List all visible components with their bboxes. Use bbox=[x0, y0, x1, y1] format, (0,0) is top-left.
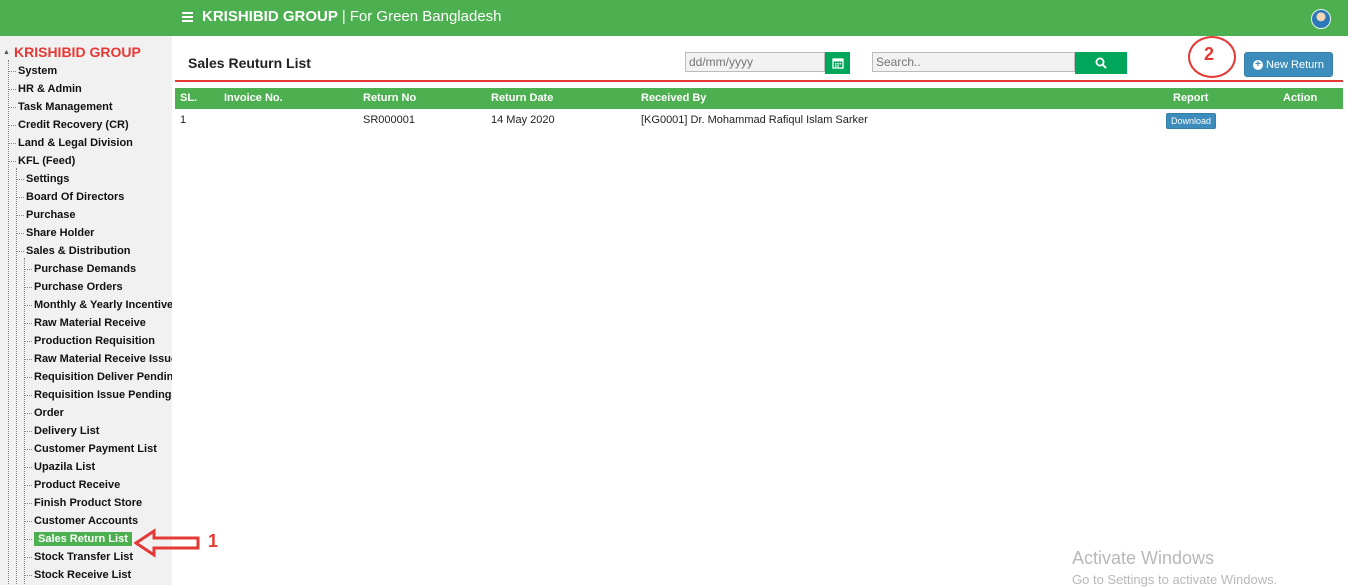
activate-windows-watermark: Activate Windows bbox=[1072, 548, 1215, 568]
hamburger-menu-icon[interactable] bbox=[182, 10, 193, 24]
sidebar-item-purchase-demands[interactable]: Purchase Demands bbox=[24, 261, 136, 277]
sidebar-item-customer-accounts[interactable]: Customer Accounts bbox=[24, 513, 138, 529]
calendar-button[interactable] bbox=[825, 52, 850, 74]
sidebar-item-share-holder[interactable]: Share Holder bbox=[16, 225, 94, 241]
sidebar-item-label: Stock Transfer List bbox=[34, 551, 134, 563]
sidebar-item-raw-material-receive-issue[interactable]: Raw Material Receive Issue bbox=[24, 351, 172, 367]
search-icon bbox=[1095, 57, 1107, 69]
sidebar-item-label: Customer Accounts bbox=[34, 515, 139, 527]
sidebar-item-label: Monthly & Yearly Incentive bbox=[34, 299, 172, 311]
sidebar-item-board-of-directors[interactable]: Board Of Directors bbox=[16, 189, 124, 205]
sidebar-item-label: Credit Recovery (CR) bbox=[18, 119, 129, 131]
sidebar-item-label: Land & Legal Division bbox=[18, 137, 133, 149]
sidebar-item-customer-payment-list[interactable]: Customer Payment List bbox=[24, 441, 157, 457]
top-navbar: KRISHIBID GROUP | For Green Bangladesh bbox=[0, 0, 1348, 36]
sidebar-item-label: Production Requisition bbox=[34, 335, 155, 347]
sidebar-item-label: Raw Material Receive Issue bbox=[34, 353, 172, 365]
table-header: SL. Invoice No. Return No Return Date Re… bbox=[175, 88, 1343, 109]
sidebar-item-product-receive[interactable]: Product Receive bbox=[24, 477, 120, 493]
sidebar: ▲ KRISHIBID GROUP System HR & Admin Task… bbox=[0, 36, 172, 585]
sidebar-item-finish-product-store[interactable]: Finish Product Store bbox=[24, 495, 142, 511]
sidebar-item-label: Requisition Issue Pending bbox=[34, 389, 172, 401]
sidebar-item-task-management[interactable]: Task Management bbox=[8, 99, 113, 115]
sidebar-item-label: Share Holder bbox=[26, 227, 95, 239]
sidebar-item-purchase[interactable]: Purchase bbox=[16, 207, 76, 223]
sidebar-item-upazila-list[interactable]: Upazila List bbox=[24, 459, 95, 475]
sidebar-item-system[interactable]: System bbox=[8, 63, 57, 79]
sidebar-item-raw-material-receive[interactable]: Raw Material Receive bbox=[24, 315, 146, 331]
sidebar-item-settings[interactable]: Settings bbox=[16, 171, 69, 187]
search-button[interactable] bbox=[1075, 52, 1127, 74]
new-return-button[interactable]: + New Return bbox=[1244, 52, 1333, 77]
sidebar-root-title[interactable]: KRISHIBID GROUP bbox=[14, 44, 141, 60]
page-title: Sales Reuturn List bbox=[188, 55, 311, 71]
sidebar-item-stock-receive-list[interactable]: Stock Receive List bbox=[24, 567, 131, 583]
calendar-icon bbox=[831, 58, 844, 69]
sidebar-item-label: Purchase Demands bbox=[34, 263, 137, 275]
column-header-report: Report bbox=[1173, 92, 1209, 104]
column-header-sl: SL. bbox=[180, 92, 198, 104]
plus-circle-icon: + bbox=[1252, 59, 1263, 70]
brand-tagline: For Green Bangladesh bbox=[349, 8, 502, 25]
date-input[interactable] bbox=[685, 52, 825, 72]
sidebar-item-label: Task Management bbox=[18, 101, 113, 113]
cell-return-date: 14 May 2020 bbox=[491, 114, 555, 126]
brand-name: KRISHIBID GROUP bbox=[202, 8, 338, 25]
sidebar-item-label: HR & Admin bbox=[18, 83, 82, 95]
sidebar-item-label: Customer Payment List bbox=[34, 443, 157, 455]
cell-return-no: SR000001 bbox=[363, 114, 415, 126]
sidebar-item-sales-distribution[interactable]: Sales & Distribution bbox=[16, 243, 131, 259]
column-header-received-by: Received By bbox=[641, 92, 707, 104]
sidebar-item-label: Delivery List bbox=[34, 425, 100, 437]
sidebar-item-sales-return-list[interactable]: Sales Return List bbox=[24, 531, 132, 547]
sidebar-item-stock-transfer-list[interactable]: Stock Transfer List bbox=[24, 549, 133, 565]
sidebar-item-kfl-feed[interactable]: KFL (Feed) bbox=[8, 153, 75, 169]
sidebar-item-label: Purchase Orders bbox=[34, 281, 123, 293]
sidebar-item-purchase-orders[interactable]: Purchase Orders bbox=[24, 279, 123, 295]
sidebar-item-label: Product Receive bbox=[34, 479, 121, 491]
cell-received-by: [KG0001] Dr. Mohammad Rafiqul Islam Sark… bbox=[641, 114, 868, 126]
sidebar-item-label: KFL (Feed) bbox=[18, 155, 76, 167]
sidebar-item-delivery-list[interactable]: Delivery List bbox=[24, 423, 99, 439]
sidebar-item-order[interactable]: Order bbox=[24, 405, 64, 421]
app-brand: KRISHIBID GROUP | For Green Bangladesh bbox=[202, 8, 502, 25]
sidebar-item-label: Settings bbox=[26, 173, 70, 185]
download-button[interactable]: Download bbox=[1166, 113, 1216, 129]
sidebar-item-label: Finish Product Store bbox=[34, 497, 143, 509]
annotation-number-1: 1 bbox=[208, 531, 219, 551]
sidebar-item-incentive[interactable]: Monthly & Yearly Incentive bbox=[24, 297, 172, 313]
column-header-return-date: Return Date bbox=[491, 92, 554, 104]
sidebar-item-label: Stock Receive List bbox=[34, 569, 132, 581]
sidebar-item-label: Requisition Deliver Pending bbox=[34, 371, 172, 383]
column-header-action: Action bbox=[1283, 92, 1318, 104]
sidebar-item-label: Purchase bbox=[26, 209, 76, 221]
header-divider bbox=[175, 80, 1343, 82]
annotation-arrow bbox=[134, 528, 200, 558]
sidebar-item-label: Board Of Directors bbox=[26, 191, 125, 203]
sidebar-item-requisition-issue-pending[interactable]: Requisition Issue Pending bbox=[24, 387, 172, 403]
search-input[interactable] bbox=[872, 52, 1075, 72]
tree-collapse-icon[interactable]: ▲ bbox=[3, 49, 10, 56]
sidebar-item-production-requisition[interactable]: Production Requisition bbox=[24, 333, 155, 349]
annotation-number-2: 2 bbox=[1204, 44, 1215, 64]
column-header-invoice: Invoice No. bbox=[224, 92, 283, 104]
table-row: 1 SR000001 14 May 2020 [KG0001] Dr. Moha… bbox=[175, 110, 1343, 132]
user-avatar[interactable] bbox=[1311, 9, 1331, 29]
sidebar-item-label: Sales & Distribution bbox=[26, 245, 131, 257]
brand-separator: | bbox=[341, 8, 346, 25]
sidebar-item-land-legal[interactable]: Land & Legal Division bbox=[8, 135, 133, 151]
sidebar-item-label: Order bbox=[34, 407, 64, 419]
sidebar-item-label: System bbox=[18, 65, 58, 77]
sidebar-item-label: Raw Material Receive bbox=[34, 317, 146, 329]
sidebar-item-requisition-deliver-pending[interactable]: Requisition Deliver Pending bbox=[24, 369, 172, 385]
sidebar-item-label: Sales Return List bbox=[34, 532, 132, 546]
sidebar-item-credit-recovery[interactable]: Credit Recovery (CR) bbox=[8, 117, 129, 133]
cell-sl: 1 bbox=[180, 114, 187, 126]
column-header-return-no: Return No bbox=[363, 92, 417, 104]
sidebar-item-hr-admin[interactable]: HR & Admin bbox=[8, 81, 82, 97]
sidebar-item-label: Upazila List bbox=[34, 461, 96, 473]
new-return-label: New Return bbox=[1265, 58, 1325, 71]
